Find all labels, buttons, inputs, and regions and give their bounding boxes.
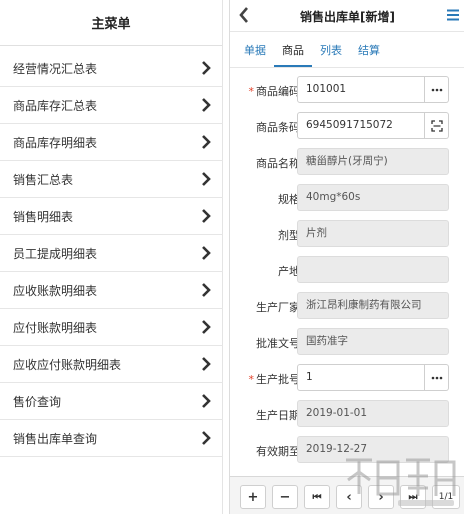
form-tabs: 单据 商品 列表 结算 [230,32,464,68]
field-goods-name: 商品名称 糖甾醇片(牙周宁) [230,148,464,178]
batch-number-input[interactable]: 1 [297,364,425,391]
menu-item-label: 应收应付账款明细表 [13,357,122,372]
menu-item-receivables-payables-detail[interactable]: 应收应付账款明细表 [0,346,223,383]
approval-number-field: 国药准字 [297,328,449,355]
field-label: 商品条码 [256,121,300,134]
field-manufacturer: 生产厂家 浙江昂利康制药有限公司 [230,292,464,322]
menu-item-label: 应付账款明细表 [13,320,98,335]
form-title: 销售出库单[新增] [300,10,395,24]
menu-item-business-summary[interactable]: 经营情况汇总表 [0,50,223,87]
main-menu-title: 主菜单 [0,0,222,46]
chevron-right-icon [202,172,211,186]
field-production-date: 生产日期 2019-01-01 [230,400,464,430]
menu-item-stock-detail[interactable]: 商品库存明细表 [0,124,223,161]
field-label: 生产厂家 [256,301,300,314]
sales-outbound-form-panel: 销售出库单[新增] 单据 商品 列表 结算 * 商品编码 101001 商品条码 … [229,0,464,514]
required-marker: * [248,85,255,98]
menu-item-sales-outbound-query[interactable]: 销售出库单查询 [0,420,223,457]
active-tab-indicator [274,65,312,67]
specification-field: 40mg*60s [297,184,449,211]
tab-list[interactable]: 列表 [320,42,342,58]
manufacturer-field: 浙江昂利康制药有限公司 [297,292,449,319]
goods-name-field: 糖甾醇片(牙周宁) [297,148,449,175]
hamburger-menu-icon[interactable] [447,9,459,21]
chevron-right-icon [202,61,211,75]
batch-number-lookup-button[interactable] [425,364,449,391]
field-label: * 生产批号 [248,373,301,386]
menu-item-sales-summary[interactable]: 销售汇总表 [0,161,223,198]
menu-item-receivables-detail[interactable]: 应收账款明细表 [0,272,223,309]
tab-document[interactable]: 单据 [244,42,266,58]
menu-item-label: 销售汇总表 [13,172,74,187]
more-dots-icon [431,376,442,379]
menu-item-label: 员工提成明细表 [13,246,98,261]
origin-field [297,256,449,283]
add-row-button[interactable]: + [240,485,266,509]
chevron-right-icon [202,431,211,445]
menu-item-payables-detail[interactable]: 应付账款明细表 [0,309,223,346]
menu-item-commission-detail[interactable]: 员工提成明细表 [0,235,223,272]
chevron-right-icon [202,357,211,371]
tab-goods[interactable]: 商品 [282,42,304,58]
field-approval-number: 批准文号 国药准字 [230,328,464,358]
field-origin: 产地 [230,256,464,286]
chevron-right-icon [202,209,211,223]
field-batch-number: * 生产批号 1 [230,364,464,394]
menu-item-stock-summary[interactable]: 商品库存汇总表 [0,87,223,124]
barcode-scan-button[interactable] [425,112,449,139]
menu-item-price-query[interactable]: 售价查询 [0,383,223,420]
dosage-form-field: 片剂 [297,220,449,247]
field-label: 批准文号 [256,337,300,350]
field-goods-barcode: 商品条码 6945091715072 [230,112,464,142]
chevron-right-icon [202,394,211,408]
menu-item-label: 商品库存汇总表 [13,98,98,113]
field-goods-code: * 商品编码 101001 [230,76,464,106]
field-specification: 规格 40mg*60s [230,184,464,214]
form-header: 销售出库单[新增] [230,0,464,32]
chevron-right-icon [202,246,211,260]
menu-item-sales-detail[interactable]: 销售明细表 [0,198,223,235]
menu-item-label: 经营情况汇总表 [13,61,98,76]
goods-code-lookup-button[interactable] [425,76,449,103]
more-dots-icon [431,88,442,91]
field-label: 生产日期 [256,409,300,422]
menu-item-label: 商品库存明细表 [13,135,98,150]
chevron-right-icon [202,135,211,149]
field-label: 有效期至 [256,445,300,458]
field-dosage-form: 剂型 片剂 [230,220,464,250]
remove-row-button[interactable]: − [272,485,298,509]
field-label: * 商品编码 [248,85,301,98]
tab-settlement[interactable]: 结算 [358,42,380,58]
goods-code-input[interactable]: 101001 [297,76,425,103]
field-label: 商品名称 [256,157,300,170]
production-date-field: 2019-01-01 [297,400,449,427]
main-menu-panel: 主菜单 经营情况汇总表 商品库存汇总表 商品库存明细表 销售汇总表 销售明细表 … [0,0,223,514]
watermark-logo [346,458,456,506]
menu-item-label: 销售出库单查询 [13,431,98,446]
first-record-button[interactable]: ⏮ [304,485,330,509]
goods-barcode-input[interactable]: 6945091715072 [297,112,425,139]
chevron-right-icon [202,320,211,334]
required-marker: * [248,373,255,386]
chevron-right-icon [202,283,211,297]
menu-item-label: 销售明细表 [13,209,74,224]
scan-icon [430,119,443,132]
menu-item-label: 应收账款明细表 [13,283,98,298]
chevron-right-icon [202,98,211,112]
menu-item-label: 售价查询 [13,394,62,409]
